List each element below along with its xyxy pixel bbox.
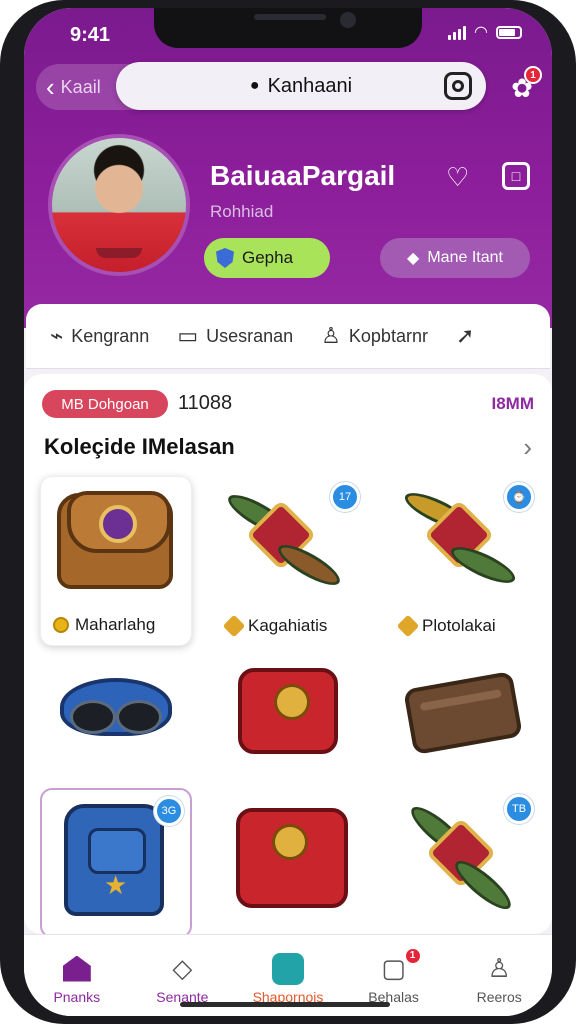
nav-tags[interactable]: ◇ Senante <box>132 953 232 1005</box>
share-icon: ⌁ <box>50 323 64 348</box>
tab-label: Usesranan <box>206 325 294 346</box>
collection-item[interactable]: 17 Kagahiatis <box>214 476 366 646</box>
chevron-left-icon: ‹ <box>46 72 55 102</box>
back-label: Kaail <box>60 76 101 97</box>
inbox-badge: 1 <box>403 946 422 965</box>
shield-icon <box>216 248 234 268</box>
item-badge: 3G <box>154 796 184 826</box>
avatar[interactable] <box>48 134 190 276</box>
collection-item[interactable] <box>388 660 540 770</box>
edit-icon[interactable]: □ <box>502 162 530 190</box>
nav-inbox[interactable]: ▢ 1 Behalas <box>344 946 444 1005</box>
phone-frame: 9:41 ◠ ‹ Kaail ● Kanhaani ✿ 1 BaiuaaParg… <box>0 0 576 1024</box>
chevron-right-icon[interactable]: › <box>523 432 532 463</box>
collection-item[interactable]: ⌚ Plotolakai <box>388 476 540 646</box>
verified-label: Gepha <box>242 248 294 267</box>
profile-name: BaiuaaPargail <box>210 160 396 191</box>
inbox-icon: ▢ <box>381 953 406 983</box>
satchel-image <box>57 491 173 589</box>
wifi-icon: ◠ <box>474 24 488 41</box>
tab-label: Kengrann <box>71 325 150 346</box>
ornament-image <box>223 487 345 593</box>
collection-item[interactable]: TB <box>388 788 540 938</box>
signal-icon <box>448 24 467 40</box>
home-icon <box>62 955 91 982</box>
home-indicator <box>180 1002 390 1007</box>
tab-user[interactable]: ♙ Kopbtarnr <box>321 323 428 349</box>
coin-icon <box>53 617 69 633</box>
bookmark-icon: ▭ <box>177 323 199 348</box>
section-title: Koleçide IMelasan <box>44 434 235 459</box>
profile-tabs: ⌁ Kengrann ▭ Usesranan ♙ Kopbtarnr ➚ <box>26 304 550 368</box>
collection-panel: MB Dohgoan 11088 I8MM Koleçide IMelasan … <box>24 374 552 938</box>
goggles-image <box>60 678 172 736</box>
status-icons: ◠ <box>448 22 522 42</box>
app-screen: 9:41 ◠ ‹ Kaail ● Kanhaani ✿ 1 BaiuaaParg… <box>24 8 552 1016</box>
nav-store[interactable]: Shapornois <box>238 952 338 1005</box>
collection-item[interactable] <box>214 660 366 770</box>
chat-icon[interactable]: ♡ <box>446 162 469 193</box>
notification-badge: 1 <box>524 66 542 84</box>
verified-pill[interactable]: Gepha <box>204 238 330 278</box>
status-time: 9:41 <box>70 24 111 46</box>
ornament-image <box>400 486 520 590</box>
item-label: Kagahiatis <box>222 614 327 638</box>
notifications-button[interactable]: ✿ 1 <box>502 66 542 108</box>
nav-label: Reeros <box>476 988 522 1005</box>
profile-icon: ♙ <box>487 953 511 983</box>
store-icon <box>271 952 304 985</box>
ticket-icon: ◆ <box>407 250 420 267</box>
collection-count: 11088 <box>178 392 233 414</box>
ornament-image <box>404 800 517 916</box>
collection-item[interactable]: 3G <box>40 788 192 938</box>
item-label: Plotolakai <box>396 614 496 638</box>
user-icon: ♙ <box>321 323 341 348</box>
gem-icon <box>396 614 420 638</box>
action-button[interactable]: ◆ Mane Itant <box>380 238 530 278</box>
profile-subtitle: Rohhiad <box>210 202 274 221</box>
collection-item[interactable] <box>214 788 366 938</box>
item-badge: 17 <box>330 482 360 512</box>
item-badge: ⌚ <box>504 482 534 512</box>
person-icon: ● <box>249 77 260 94</box>
red-bag-image <box>238 668 338 754</box>
tag-icon: ◇ <box>172 953 193 983</box>
username-bar[interactable]: ● Kanhaani <box>116 62 486 110</box>
nav-home[interactable]: Pnanks <box>27 953 127 1005</box>
nav-label: Pnanks <box>53 988 101 1005</box>
item-badge: TB <box>504 794 534 824</box>
collection-item[interactable] <box>40 660 192 770</box>
tab-label: Kopbtarnr <box>348 325 428 346</box>
collection-tag[interactable]: MB Dohgoan <box>42 390 168 418</box>
battery-icon <box>496 25 522 39</box>
sort-button[interactable]: I8MM <box>492 394 535 414</box>
tab-share[interactable]: ⌁ Kengrann <box>50 323 149 349</box>
nav-profile[interactable]: ♙ Reeros <box>449 953 549 1005</box>
wallet-image <box>403 670 523 756</box>
backpack-image <box>64 804 164 916</box>
item-label: Maharlahg <box>53 615 155 635</box>
action-label: Mane Itant <box>427 249 503 266</box>
red-bag-image <box>236 808 348 908</box>
notch <box>154 8 422 48</box>
collection-item[interactable]: Maharlahg <box>40 476 192 646</box>
forward-icon[interactable]: ➚ <box>456 323 474 349</box>
camera-icon[interactable] <box>444 72 472 100</box>
gem-icon <box>222 614 246 638</box>
username-label: Kanhaani <box>267 74 353 97</box>
tab-bookmarks[interactable]: ▭ Usesranan <box>177 323 293 349</box>
